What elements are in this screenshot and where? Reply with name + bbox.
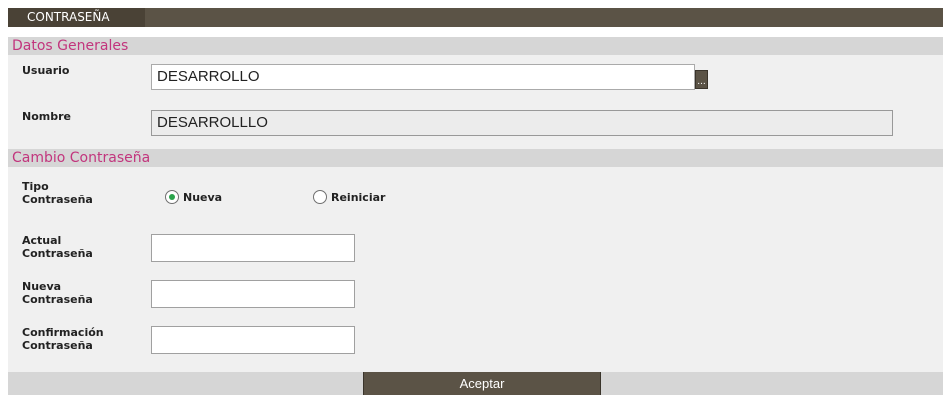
actual-label-line1: Actual bbox=[22, 234, 62, 247]
section-cambio-contrasena: Cambio Contraseña bbox=[8, 149, 943, 167]
confirmacion-contrasena-label: Confirmación Contraseña bbox=[22, 326, 104, 352]
nueva-label-line2: Contraseña bbox=[22, 293, 93, 306]
usuario-lookup-button[interactable]: ... bbox=[695, 70, 708, 89]
confirmacion-contrasena-input[interactable] bbox=[151, 326, 355, 354]
radio-nueva-label[interactable]: Nueva bbox=[183, 191, 222, 204]
window-titlebar: CONTRASEÑA bbox=[8, 8, 943, 27]
aceptar-button[interactable]: Aceptar bbox=[363, 372, 601, 395]
actual-contrasena-label: Actual Contraseña bbox=[22, 234, 93, 260]
confirm-label-line1: Confirmación bbox=[22, 326, 104, 339]
usuario-field[interactable]: DESARROLLO bbox=[151, 64, 695, 90]
tipo-contrasena-label: Tipo Contraseña bbox=[22, 180, 93, 206]
nombre-label: Nombre bbox=[22, 110, 71, 123]
cambio-contrasena-panel: Tipo Contraseña Nueva Reiniciar Actual C… bbox=[8, 167, 943, 372]
radio-reiniciar-label[interactable]: Reiniciar bbox=[331, 191, 385, 204]
footer-bar: Aceptar bbox=[8, 372, 943, 395]
tipo-label-line2: Contraseña bbox=[22, 193, 93, 206]
actual-contrasena-input[interactable] bbox=[151, 234, 355, 262]
nombre-field: DESARROLLLO bbox=[151, 110, 893, 136]
actual-label-line2: Contraseña bbox=[22, 247, 93, 260]
nueva-label-line1: Nueva bbox=[22, 280, 62, 293]
radio-nueva[interactable] bbox=[165, 190, 179, 204]
confirm-label-line2: Contraseña bbox=[22, 339, 93, 352]
section-datos-generales: Datos Generales bbox=[8, 37, 943, 55]
tipo-label-line1: Tipo bbox=[22, 180, 49, 193]
usuario-label: Usuario bbox=[22, 64, 70, 77]
window-title: CONTRASEÑA bbox=[8, 8, 145, 27]
radio-reiniciar[interactable] bbox=[313, 190, 327, 204]
datos-generales-panel: Usuario DESARROLLO ... Nombre DESARROLLL… bbox=[8, 55, 943, 149]
nueva-contrasena-label: Nueva Contraseña bbox=[22, 280, 93, 306]
nueva-contrasena-input[interactable] bbox=[151, 280, 355, 308]
